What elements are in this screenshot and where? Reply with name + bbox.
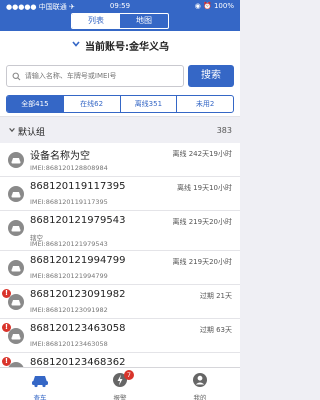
car-icon [8,294,24,310]
device-name: 868120123463058 [30,323,126,334]
device-name: 868120123091982 [30,289,126,300]
device-imei: IMEI:868120119117395 [30,198,108,206]
device-list: 设备名称为空 IMEI:868120128808984 离线 242天19小时 … [0,143,240,367]
alert-badge-icon: ! [2,289,11,298]
device-status: 离线 219天20小时 [172,218,233,226]
device-status: 离线 19天10小时 [176,184,232,192]
search-box [6,65,184,87]
status-filter-bar: 全部415 在线62 离线351 未用2 [0,92,240,117]
alert-badge-icon: ! [2,357,11,366]
filter-online[interactable]: 在线62 [64,96,121,112]
search-button[interactable]: 搜索 [188,65,234,87]
list-item[interactable]: ! 868120123463058 IMEI:868120123463058 过… [0,319,240,353]
status-filter-tabs: 全部415 在线62 离线351 未用2 [6,95,234,113]
list-item[interactable]: 868120119117395 IMEI:868120119117395 离线 … [0,177,240,211]
tab-alarm[interactable]: 7 报警 [80,368,160,400]
tab-label: 我的 [193,394,207,400]
device-name: 868120121994799 [30,255,126,266]
car-icon [8,328,24,344]
device-status: 离线 219天20小时 [172,258,233,266]
filter-unused[interactable]: 未用2 [177,96,233,112]
device-status: 过期 21天 [199,292,232,300]
device-status: 过期 63天 [199,326,232,334]
tab-label: 报警 [113,394,127,400]
car-icon [8,260,24,276]
group-count: 383 [216,126,232,135]
device-imei: IMEI:868120121979543 [30,240,108,248]
device-name: 868120123468362 [30,357,126,367]
list-item[interactable]: 868120121994799 IMEI:868120121994799 离线 … [0,251,240,285]
top-navigation-bar: ●●●●● 中国联通 ✈ 09:59 ◉ ⏰ 100% 列表 地图 [0,0,240,31]
status-bar: ●●●●● 中国联通 ✈ 09:59 ◉ ⏰ 100% [0,0,240,12]
device-status: 离线 242天19小时 [172,150,233,158]
list-item[interactable]: ! 868120123468362 [0,353,240,367]
device-name: 868120121979543 [30,215,126,226]
account-label: 当前账号:金华义乌 [85,41,169,53]
device-imei: IMEI:868120128808984 [30,164,108,172]
chevron-down-icon [71,39,81,52]
device-name: 868120119117395 [30,181,126,192]
list-item[interactable]: 设备名称为空 IMEI:868120128808984 离线 242天19小时 [0,143,240,177]
tab-find-car[interactable]: 查车 [0,368,80,400]
group-header[interactable]: 默认组 383 [0,121,240,143]
car-icon [32,376,48,388]
bottom-tab-bar: 查车 7 报警 我的 [0,367,240,400]
device-imei: IMEI:868120123463058 [30,340,108,348]
alert-badge-icon: ! [2,323,11,332]
search-bar: 搜索 [0,59,240,92]
device-imei: IMEI:868120121994799 [30,272,108,280]
tab-profile[interactable]: 我的 [160,368,240,400]
tab-label: 查车 [33,394,47,400]
tab-list[interactable]: 列表 [72,14,120,28]
profile-icon [193,373,207,387]
filter-all[interactable]: 全部415 [7,96,64,112]
list-item[interactable]: 868120121979543 辖空 IMEI:868120121979543 … [0,211,240,251]
device-imei: IMEI:868120123091982 [30,306,108,314]
view-switch: 列表 地图 [71,13,169,29]
filter-offline[interactable]: 离线351 [121,96,178,112]
search-input[interactable] [24,72,183,80]
car-icon [8,152,24,168]
chevron-down-icon [9,128,15,133]
status-right: ◉ ⏰ 100% [194,2,234,10]
group-name: 默认组 [18,128,46,138]
car-icon [8,186,24,202]
list-item[interactable]: ! 868120123091982 IMEI:868120123091982 过… [0,285,240,319]
alarm-count-badge: 7 [124,370,134,380]
device-name: 设备名称为空 [30,151,90,162]
car-icon [8,220,24,236]
search-icon [12,72,21,80]
tab-map[interactable]: 地图 [120,14,168,28]
account-selector[interactable]: 当前账号:金华义乌 [0,31,240,59]
